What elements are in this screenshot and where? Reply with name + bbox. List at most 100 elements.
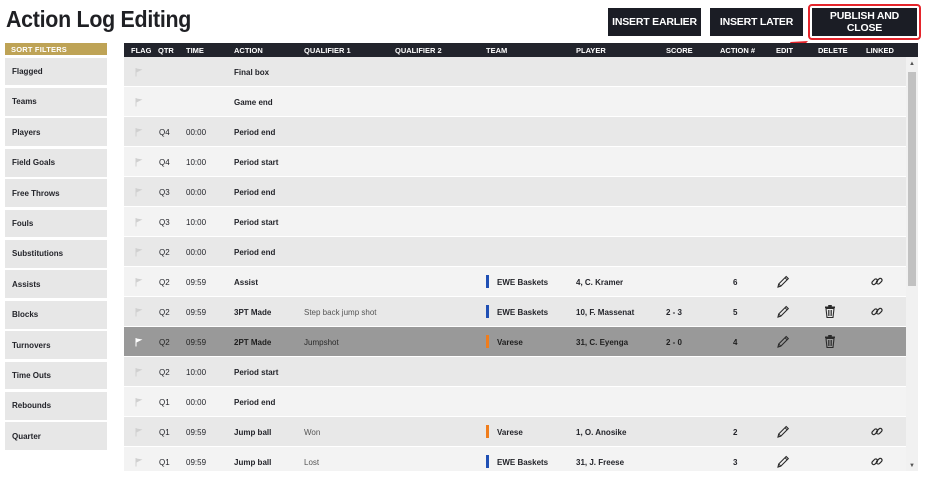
cell-action: Assist (234, 278, 259, 287)
flag-icon[interactable] (134, 427, 144, 437)
cell-action: 2PT Made (234, 338, 272, 347)
col-flag[interactable]: FLAG (131, 46, 151, 55)
flag-icon[interactable] (134, 187, 144, 197)
table-row[interactable]: Q2 00:00 Period end (124, 237, 918, 267)
sidebar-filter-flagged[interactable]: Flagged (5, 57, 107, 86)
page-title: Action Log Editing (6, 6, 192, 32)
sidebar-filter-fouls[interactable]: Fouls (5, 209, 107, 238)
sidebar-filter-quarter[interactable]: Quarter (5, 422, 107, 451)
scroll-thumb[interactable] (908, 72, 916, 286)
trash-icon[interactable] (823, 304, 837, 319)
flag-icon[interactable] (134, 67, 144, 77)
col-qualifier-2[interactable]: QUALIFIER 2 (395, 46, 442, 55)
table-row[interactable]: Q2 10:00 Period start (124, 357, 918, 387)
cell-action: 3PT Made (234, 308, 272, 317)
sidebar-filter-rebounds[interactable]: Rebounds (5, 391, 107, 420)
table-row[interactable]: Q3 00:00 Period end (124, 177, 918, 207)
sidebar-filter-free-throws[interactable]: Free Throws (5, 179, 107, 207)
link-icon[interactable] (870, 424, 884, 439)
cell-score: 2 - 3 (666, 308, 683, 317)
cell-action-number: 6 (733, 278, 738, 287)
insert-earlier-button[interactable]: INSERT EARLIER (608, 8, 701, 36)
cell-qtr: Q1 (159, 398, 170, 407)
col-qualifier-1[interactable]: QUALIFIER 1 (304, 46, 351, 55)
table-row[interactable]: Q2 09:59 3PT Made Step back jump shot EWE Ba… (124, 297, 918, 327)
sidebar-filter-teams[interactable]: Teams (5, 87, 107, 116)
cell-qtr: Q3 (159, 188, 170, 197)
table-row[interactable]: Q1 09:59 Jump ball Lost EWE Baskets 31, J. Fr… (124, 447, 918, 471)
flag-icon[interactable] (134, 127, 144, 137)
flag-icon[interactable] (134, 157, 144, 167)
col-action-number[interactable]: ACTION # (720, 46, 755, 55)
sidebar-filter-blocks[interactable]: Blocks (5, 300, 107, 329)
flag-icon[interactable] (134, 277, 144, 287)
table-row[interactable]: Final box (124, 57, 918, 87)
col-edit: EDIT (776, 46, 794, 55)
cell-time: 10:00 (186, 158, 207, 167)
sidebar-filter-substitutions[interactable]: Substitutions (5, 239, 107, 268)
col-linked: LINKED (866, 46, 894, 55)
link-icon[interactable] (870, 454, 884, 469)
cell-action: Final box (234, 68, 270, 77)
cell-qualifier-1: Lost (304, 458, 320, 467)
cell-player: 4, C. Kramer (576, 278, 624, 287)
col-player[interactable]: PLAYER (576, 46, 606, 55)
cell-time: 10:00 (186, 368, 207, 377)
col-time[interactable]: TIME (186, 46, 204, 55)
table-row[interactable]: Q1 09:59 Jump ball Won Varese 1, O. Anosike 2 (124, 417, 918, 447)
cell-time: 09:59 (186, 278, 207, 287)
table-row[interactable]: Q1 00:00 Period end (124, 387, 918, 417)
cell-time: 09:59 (186, 428, 207, 437)
table-row[interactable]: Game end (124, 87, 918, 117)
cell-qtr: Q2 (159, 278, 170, 287)
cell-action: Period start (234, 218, 279, 227)
cell-qtr: Q2 (159, 248, 170, 257)
flag-icon[interactable] (134, 457, 144, 467)
link-icon[interactable] (870, 304, 884, 319)
table-header: FLAG QTR TIME ACTION QUALIFIER 1 QUALIFI… (124, 43, 918, 57)
flag-icon[interactable] (134, 337, 144, 347)
publish-and-close-button[interactable]: PUBLISH AND CLOSE (812, 8, 917, 36)
table-row[interactable]: Q2 09:59 2PT Made Jumpshot Varese 31, C. Eyen… (124, 327, 918, 357)
scroll-down-arrow-icon[interactable]: ▼ (906, 461, 918, 471)
col-action[interactable]: ACTION (234, 46, 263, 55)
flag-icon[interactable] (134, 247, 144, 257)
cell-qualifier-1: Won (304, 428, 321, 437)
cell-player: 31, C. Eyenga (576, 338, 629, 347)
cell-action: Period end (234, 248, 276, 257)
sidebar-filter-time-outs[interactable]: Time Outs (5, 361, 107, 390)
flag-icon[interactable] (134, 217, 144, 227)
col-qtr[interactable]: QTR (158, 46, 174, 55)
scroll-up-arrow-icon[interactable]: ▲ (906, 59, 918, 69)
table-row[interactable]: Q4 10:00 Period start (124, 147, 918, 177)
team-color-marker (486, 275, 489, 288)
sidebar-filter-turnovers[interactable]: Turnovers (5, 331, 107, 359)
table-row[interactable]: Q4 00:00 Period end (124, 117, 918, 147)
sidebar-filter-field-goals[interactable]: Field Goals (5, 148, 107, 177)
cell-time: 00:00 (186, 188, 207, 197)
pencil-icon[interactable] (776, 304, 790, 319)
insert-later-button[interactable]: INSERT LATER (710, 8, 803, 36)
cell-time: 00:00 (186, 248, 207, 257)
pencil-icon[interactable] (776, 334, 790, 349)
pencil-icon[interactable] (776, 424, 790, 439)
cell-action-number: 5 (733, 308, 738, 317)
pencil-icon[interactable] (776, 274, 790, 289)
cell-player: 10, F. Massenat (576, 308, 635, 317)
flag-icon[interactable] (134, 397, 144, 407)
table-scrollbar[interactable]: ▲ ▼ (906, 57, 918, 471)
cell-action: Period start (234, 368, 279, 377)
col-delete: DELETE (818, 46, 848, 55)
table-row[interactable]: Q2 09:59 Assist EWE Baskets 4, C. Kramer 6 (124, 267, 918, 297)
table-row[interactable]: Q3 10:00 Period start (124, 207, 918, 237)
col-score[interactable]: SCORE (666, 46, 693, 55)
pencil-icon[interactable] (776, 454, 790, 469)
flag-icon[interactable] (134, 307, 144, 317)
flag-icon[interactable] (134, 97, 144, 107)
sidebar-filter-assists[interactable]: Assists (5, 270, 107, 299)
flag-icon[interactable] (134, 367, 144, 377)
link-icon[interactable] (870, 274, 884, 289)
trash-icon[interactable] (823, 334, 837, 349)
sidebar-filter-players[interactable]: Players (5, 118, 107, 147)
col-team[interactable]: TEAM (486, 46, 507, 55)
